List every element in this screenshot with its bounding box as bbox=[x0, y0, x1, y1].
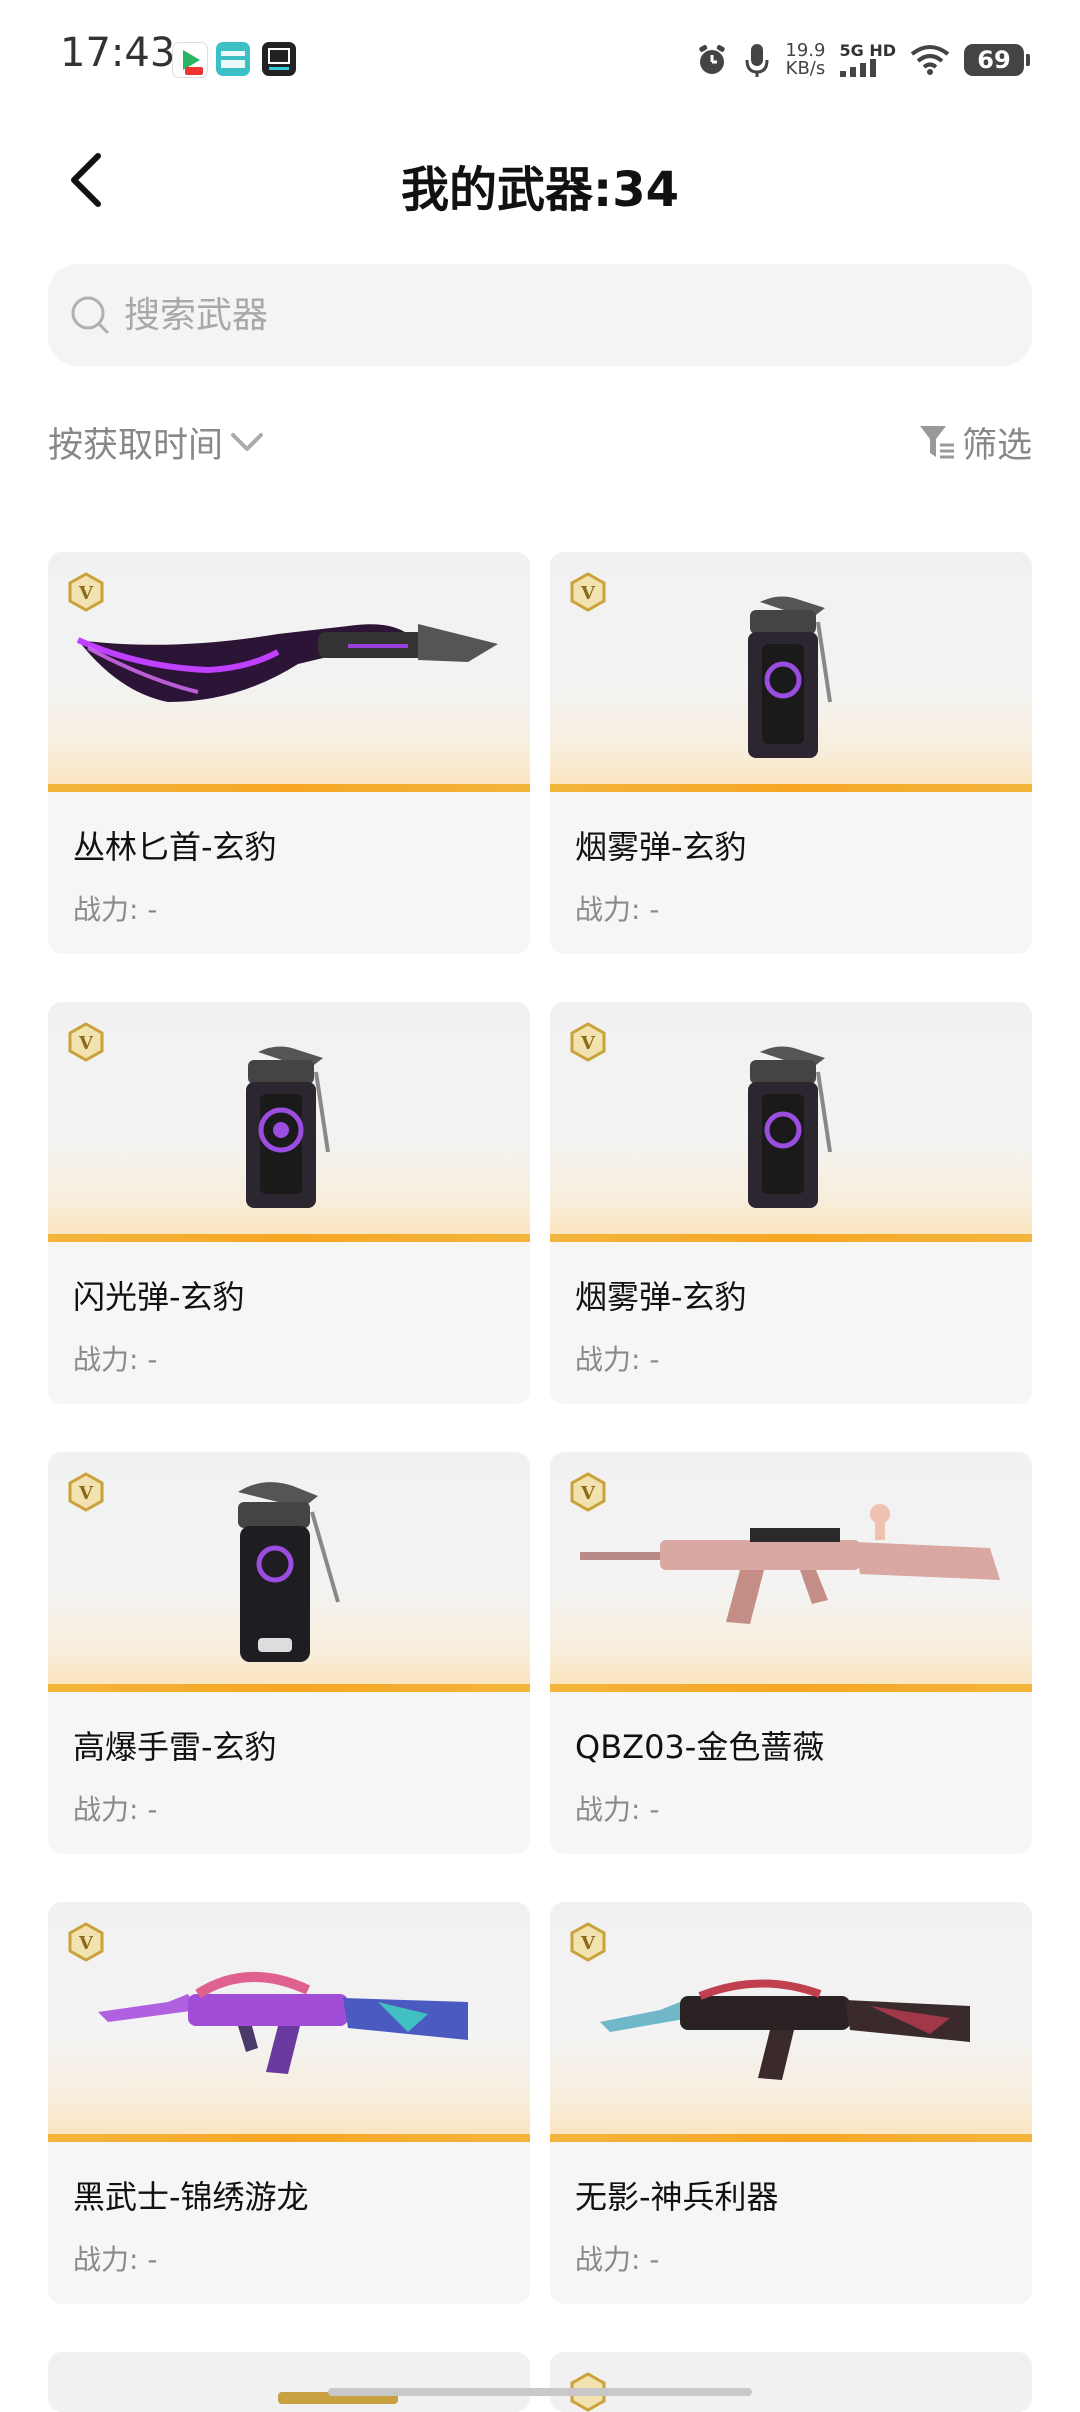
filter-button[interactable]: 筛选 bbox=[918, 414, 1032, 470]
weapon-name: 无影-神兵利器 bbox=[575, 2178, 779, 2216]
weapon-image-area: V bbox=[550, 1902, 1032, 2142]
svg-text:V: V bbox=[580, 1933, 596, 1954]
cellular-signal: 5G HD bbox=[839, 43, 896, 77]
weapon-grenade-image bbox=[238, 1482, 340, 1662]
svg-text:V: V bbox=[580, 1033, 596, 1054]
svg-text:V: V bbox=[78, 1483, 94, 1504]
weapon-rifle-image bbox=[278, 2392, 398, 2404]
rarity-stripe bbox=[48, 784, 530, 792]
weapon-card[interactable]: V 丛林匕首-玄豹 战力: - bbox=[48, 552, 530, 954]
signal-bars-icon bbox=[840, 59, 877, 77]
weapon-power: 战力: - bbox=[73, 2243, 158, 2276]
weapon-card[interactable]: V 高爆手雷-玄豹 战力: - bbox=[48, 1452, 530, 1854]
weapon-card[interactable]: V 无影-神兵利器 战力: - bbox=[550, 1902, 1032, 2304]
v-rank-icon: V bbox=[68, 1922, 104, 1962]
weapon-rifle-image bbox=[580, 1504, 1000, 1624]
weapon-image-area: V bbox=[550, 552, 1032, 792]
status-time: 17:43 bbox=[60, 30, 176, 76]
weapon-image-area: V bbox=[48, 552, 530, 792]
weapon-power: 战力: - bbox=[73, 1343, 158, 1376]
filter-label: 筛选 bbox=[961, 425, 1032, 466]
v-rank-icon: V bbox=[68, 1472, 104, 1512]
rarity-stripe bbox=[48, 2134, 530, 2142]
page-title: 我的武器:34 bbox=[401, 162, 679, 218]
weapon-power: 战力: - bbox=[73, 893, 158, 926]
weapon-grenade-image bbox=[748, 596, 832, 758]
network-type-label: 5G HD bbox=[839, 41, 896, 60]
microphone-icon bbox=[745, 44, 769, 77]
weapon-name: 黑武士-锦绣游龙 bbox=[73, 2178, 309, 2216]
home-indicator[interactable] bbox=[328, 2388, 752, 2396]
weapon-power: 战力: - bbox=[575, 893, 660, 926]
weapon-card[interactable]: V 黑武士-锦绣游龙 战力: - bbox=[48, 1902, 530, 2304]
weapon-card[interactable]: V 烟雾弹-玄豹 战力: - bbox=[550, 1002, 1032, 1404]
rarity-stripe bbox=[48, 1684, 530, 1692]
alarm-icon bbox=[699, 45, 726, 74]
news-app-icon bbox=[262, 42, 296, 76]
weapon-name: QBZ03-金色蔷薇 bbox=[575, 1728, 825, 1766]
search-input[interactable] bbox=[122, 293, 926, 337]
weapon-image-area: V bbox=[48, 1902, 530, 2142]
weapon-name: 丛林匕首-玄豹 bbox=[73, 828, 277, 866]
v-rank-icon: V bbox=[570, 572, 606, 612]
weapon-card[interactable]: V 烟雾弹-玄豹 战力: - bbox=[550, 552, 1032, 954]
weapon-rifle-image bbox=[600, 1979, 970, 2080]
wifi-icon bbox=[910, 45, 950, 75]
video-app-icon bbox=[172, 42, 208, 78]
v-rank-icon: V bbox=[570, 1472, 606, 1512]
weapon-power: 战力: - bbox=[73, 1793, 158, 1826]
v-rank-icon: V bbox=[68, 572, 104, 612]
svg-text:V: V bbox=[78, 1033, 94, 1054]
weapon-rifle-image bbox=[98, 1971, 468, 2074]
weapon-name: 闪光弹-玄豹 bbox=[73, 1278, 245, 1316]
v-rank-icon: V bbox=[68, 1022, 104, 1062]
weapon-image-area: V bbox=[48, 1002, 530, 1242]
weapon-name: 烟雾弹-玄豹 bbox=[575, 828, 747, 866]
weapon-card-partial[interactable] bbox=[550, 2352, 1032, 2412]
weapon-knife-image bbox=[76, 624, 498, 702]
svg-text:V: V bbox=[78, 583, 94, 604]
weapon-power: 战力: - bbox=[575, 1793, 660, 1826]
weapon-image-area: V bbox=[550, 1452, 1032, 1692]
weapon-power: 战力: - bbox=[575, 1343, 660, 1376]
filter-icon bbox=[919, 426, 954, 459]
v-rank-icon: V bbox=[570, 1922, 606, 1962]
rarity-stripe bbox=[48, 1234, 530, 1242]
battery-indicator: 69 bbox=[964, 44, 1030, 76]
weapon-card[interactable]: V 闪光弹-玄豹 战力: - bbox=[48, 1002, 530, 1404]
weapon-grid: V 丛林匕首-玄豹 战力: - V 烟雾弹-玄豹 战力: - V 闪光弹-玄豹 … bbox=[48, 552, 1032, 2412]
weapon-name: 烟雾弹-玄豹 bbox=[575, 1278, 747, 1316]
search-bar[interactable] bbox=[48, 264, 1032, 366]
sort-label: 按获取时间 bbox=[48, 425, 224, 466]
weapon-grenade-image bbox=[246, 1046, 330, 1208]
weapon-card-partial[interactable] bbox=[48, 2352, 530, 2412]
weapon-image-area: V bbox=[550, 1002, 1032, 1242]
weapon-card[interactable]: V QBZ03-金色蔷薇 战力: - bbox=[550, 1452, 1032, 1854]
weapon-power: 战力: - bbox=[575, 2243, 660, 2276]
rarity-stripe bbox=[550, 784, 1032, 792]
rarity-stripe bbox=[550, 2134, 1032, 2142]
status-icons: 19.9 KB/s 5G HD 69 bbox=[695, 36, 1030, 84]
svg-text:V: V bbox=[580, 583, 596, 604]
boss-zhipin-icon bbox=[216, 42, 250, 76]
status-bar: 17:43 19.9 KB/s 5G HD 69 bbox=[0, 0, 1080, 120]
weapon-image-area: V bbox=[48, 1452, 530, 1692]
sort-dropdown[interactable]: 按获取时间 bbox=[48, 414, 265, 470]
v-rank-icon: V bbox=[570, 1022, 606, 1062]
rarity-stripe bbox=[550, 1234, 1032, 1242]
svg-text:V: V bbox=[580, 1483, 596, 1504]
rarity-stripe bbox=[550, 1684, 1032, 1692]
search-icon bbox=[71, 296, 109, 334]
weapon-name: 高爆手雷-玄豹 bbox=[73, 1728, 277, 1766]
chevron-down-icon bbox=[231, 433, 264, 451]
weapon-grenade-image bbox=[748, 1046, 832, 1208]
network-speed: 19.9 KB/s bbox=[785, 40, 826, 79]
svg-text:V: V bbox=[78, 1933, 94, 1954]
